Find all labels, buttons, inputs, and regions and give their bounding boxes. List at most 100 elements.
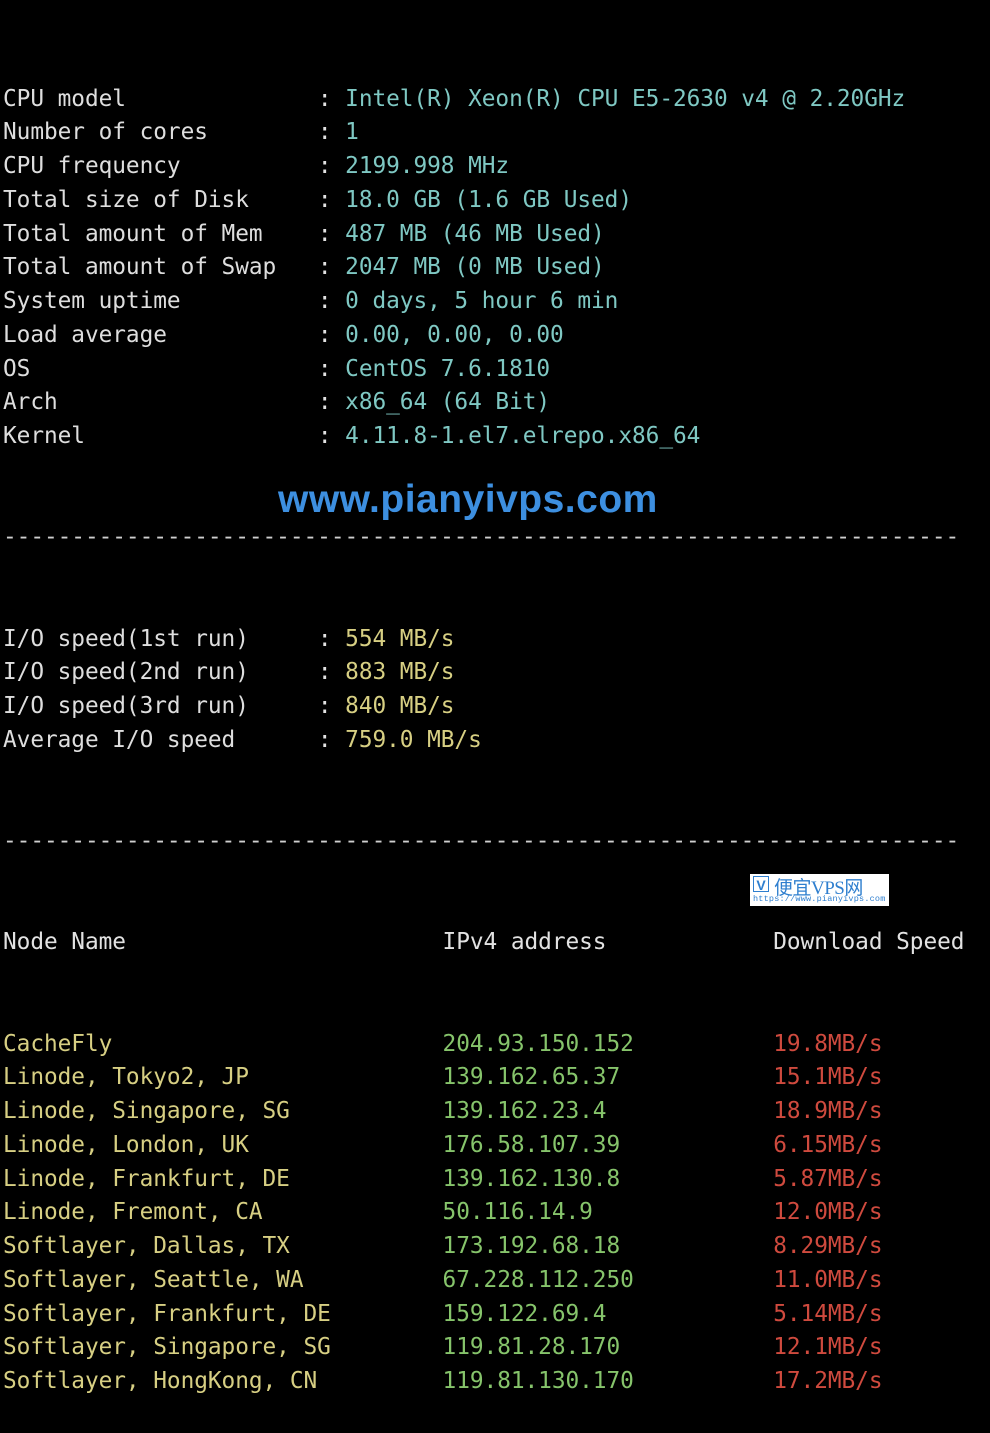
node-name: Linode, Frankfurt, DE (3, 1165, 290, 1192)
system-info-row: OS: CentOS 7.6.1810 (3, 353, 968, 387)
download-speed: 11.0MB/s (773, 1266, 883, 1293)
table-row: Linode, London, UK 176.58.107.39 6.15MB/s (3, 1129, 968, 1163)
colon-separator: : (317, 321, 346, 348)
download-speed: 8.29MB/s (773, 1233, 883, 1259)
table-row: Linode, Singapore, SG 139.162.23.4 18.9MB/… (3, 1095, 968, 1129)
system-info-row: Kernel: 4.11.8-1.el7.elrepo.x86_64 (3, 420, 968, 454)
badge-url: https://www.pianyivps.com (753, 894, 886, 904)
download-speed: 5.87MB/s (773, 1165, 883, 1192)
system-info-section: CPU model: Intel(R) Xeon(R) CPU E5-2630 … (3, 83, 978, 454)
info-label: Number of cores (3, 119, 208, 146)
colon-separator: : (317, 220, 346, 247)
download-speed: 12.0MB/s (773, 1199, 883, 1226)
info-value: 4.11.8-1.el7.elrepo.x86_64 (345, 423, 701, 449)
system-info-row: System uptime: 0 days, 5 hour 6 min (3, 285, 968, 319)
colon-separator: : (317, 423, 346, 449)
watermark-badge: V 便宜VPS网 https://www.pianyivps.com (750, 874, 889, 906)
ipv4-address: 173.192.68.18 (442, 1233, 621, 1259)
table-row: Softlayer, Dallas, TX 173.192.68.18 8.29MB… (3, 1230, 968, 1264)
node-name: Softlayer, Seattle, WA (3, 1266, 304, 1293)
colon-separator: : (317, 153, 346, 179)
node-name: CacheFly (3, 1030, 113, 1057)
system-info-row: Total size of Disk: 18.0 GB (1.6 GB Used… (3, 184, 968, 218)
ipv4-address: 119.81.28.170 (442, 1334, 621, 1361)
table-row: CacheFly 204.93.150.152 19.8MB/s (3, 1028, 968, 1062)
system-info-row: CPU model: Intel(R) Xeon(R) CPU E5-2630 … (3, 83, 968, 117)
system-info-row: Number of cores: 1 (3, 116, 968, 150)
download-speed: 5.14MB/s (773, 1300, 883, 1327)
download-speed: 15.1MB/s (773, 1064, 883, 1091)
node-name: Softlayer, Frankfurt, DE (3, 1300, 331, 1327)
node-name: Linode, London, UK (3, 1131, 249, 1158)
io-test-section: I/O speed(1st run): 554 MB/s I/O speed(2n… (3, 623, 978, 758)
node-name: Softlayer, Dallas, TX (3, 1233, 290, 1259)
ipv4-address: 139.162.23.4 (442, 1098, 607, 1124)
info-label: Total size of Disk (3, 186, 249, 213)
io-test-row: I/O speed(1st run): 554 MB/s (3, 623, 968, 657)
ipv4-address: 139.162.130.8 (442, 1165, 621, 1192)
watermark-text: www.pianyivps.com (278, 478, 658, 521)
table-row: Linode, Fremont, CA 50.116.14.9 12.0MB/s (3, 1196, 968, 1230)
table-row: Softlayer, Singapore, SG 119.81.28.170 12.… (3, 1331, 968, 1365)
header-ipv4-address: IPv4 address (442, 929, 607, 956)
system-info-row: Total amount of Swap: 2047 MB (0 MB Used… (3, 251, 968, 285)
header-node-name: Node Name (3, 929, 126, 956)
info-value: x86_64 (64 Bit) (345, 389, 551, 416)
info-label: OS (3, 355, 31, 382)
io-value: 883 MB/s (345, 659, 455, 686)
colon-separator: : (317, 186, 346, 213)
system-info-row: CPU frequency: 2199.998 MHz (3, 150, 968, 184)
io-label: I/O speed(3rd run) (3, 693, 249, 719)
colon-separator: : (317, 254, 346, 281)
table-row: Softlayer, Frankfurt, DE 159.122.69.4 5.14… (3, 1298, 968, 1332)
io-test-row: I/O speed(3rd run): 840 MB/s (3, 690, 968, 724)
ipv4-address: 119.81.130.170 (442, 1368, 634, 1394)
ipv4-address: 159.122.69.4 (442, 1300, 607, 1327)
download-speed: 17.2MB/s (773, 1368, 883, 1394)
io-value: 840 MB/s (345, 693, 455, 719)
info-value: 0.00, 0.00, 0.00 (345, 321, 564, 348)
node-name: Linode, Singapore, SG (3, 1098, 290, 1124)
info-label: Arch (3, 389, 58, 416)
info-label: Total amount of Swap (3, 254, 277, 281)
colon-separator: : (317, 288, 346, 314)
table-row: Softlayer, HongKong, CN 119.81.130.170 17.… (3, 1365, 968, 1399)
info-value: 487 MB (46 MB Used) (345, 220, 605, 247)
system-info-row: Total amount of Mem: 487 MB (46 MB Used) (3, 218, 968, 252)
io-label: I/O speed(2nd run) (3, 659, 249, 686)
ipv4-address: 50.116.14.9 (442, 1199, 593, 1226)
node-name: Linode, Tokyo2, JP (3, 1064, 249, 1091)
io-label: Average I/O speed (3, 726, 236, 753)
ipv4-address: 204.93.150.152 (442, 1030, 634, 1057)
download-speed: 6.15MB/s (773, 1131, 883, 1158)
info-value: CentOS 7.6.1810 (345, 355, 551, 382)
table-row: Linode, Tokyo2, JP 139.162.65.37 15.1MB/s (3, 1061, 968, 1095)
terminal-output: CPU model: Intel(R) Xeon(R) CPU E5-2630 … (3, 15, 978, 1433)
colon-separator: : (317, 119, 346, 146)
system-info-row: Load average: 0.00, 0.00, 0.00 (3, 319, 968, 353)
system-info-row: Arch: x86_64 (64 Bit) (3, 386, 968, 420)
header-download-speed: Download Speed (773, 929, 965, 956)
io-label: I/O speed(1st run) (3, 625, 249, 652)
info-label: Load average (3, 321, 167, 348)
ipv4-address: 139.162.65.37 (442, 1064, 621, 1091)
info-label: CPU model (3, 85, 126, 112)
download-speed: 12.1MB/s (773, 1334, 883, 1361)
table-row: Linode, Frankfurt, DE 139.162.130.8 5.87MB… (3, 1163, 968, 1197)
info-label: Total amount of Mem (3, 220, 263, 247)
info-value: Intel(R) Xeon(R) CPU E5-2630 v4 @ 2.20GH… (345, 85, 906, 112)
table-row: Softlayer, Seattle, WA 67.228.112.250 11.0… (3, 1264, 968, 1298)
colon-separator: : (317, 625, 346, 652)
speed-table-body: CacheFly 204.93.150.152 19.8MB/s Linode, To… (3, 1028, 978, 1399)
speed-table-header: Node Name IPv4 address Download Speed (3, 926, 968, 960)
info-value: 18.0 GB (1.6 GB Used) (345, 186, 633, 213)
info-value: 2047 MB (0 MB Used) (345, 254, 605, 281)
info-value: 2199.998 MHz (345, 153, 510, 179)
node-name: Softlayer, Singapore, SG (3, 1334, 331, 1361)
io-test-row: I/O speed(2nd run): 883 MB/s (3, 656, 968, 690)
info-label: CPU frequency (3, 153, 181, 179)
node-name: Softlayer, HongKong, CN (3, 1368, 318, 1394)
separator: ----------------------------------------… (3, 524, 960, 551)
info-value: 1 (345, 119, 359, 146)
io-value: 759.0 MB/s (345, 726, 482, 753)
